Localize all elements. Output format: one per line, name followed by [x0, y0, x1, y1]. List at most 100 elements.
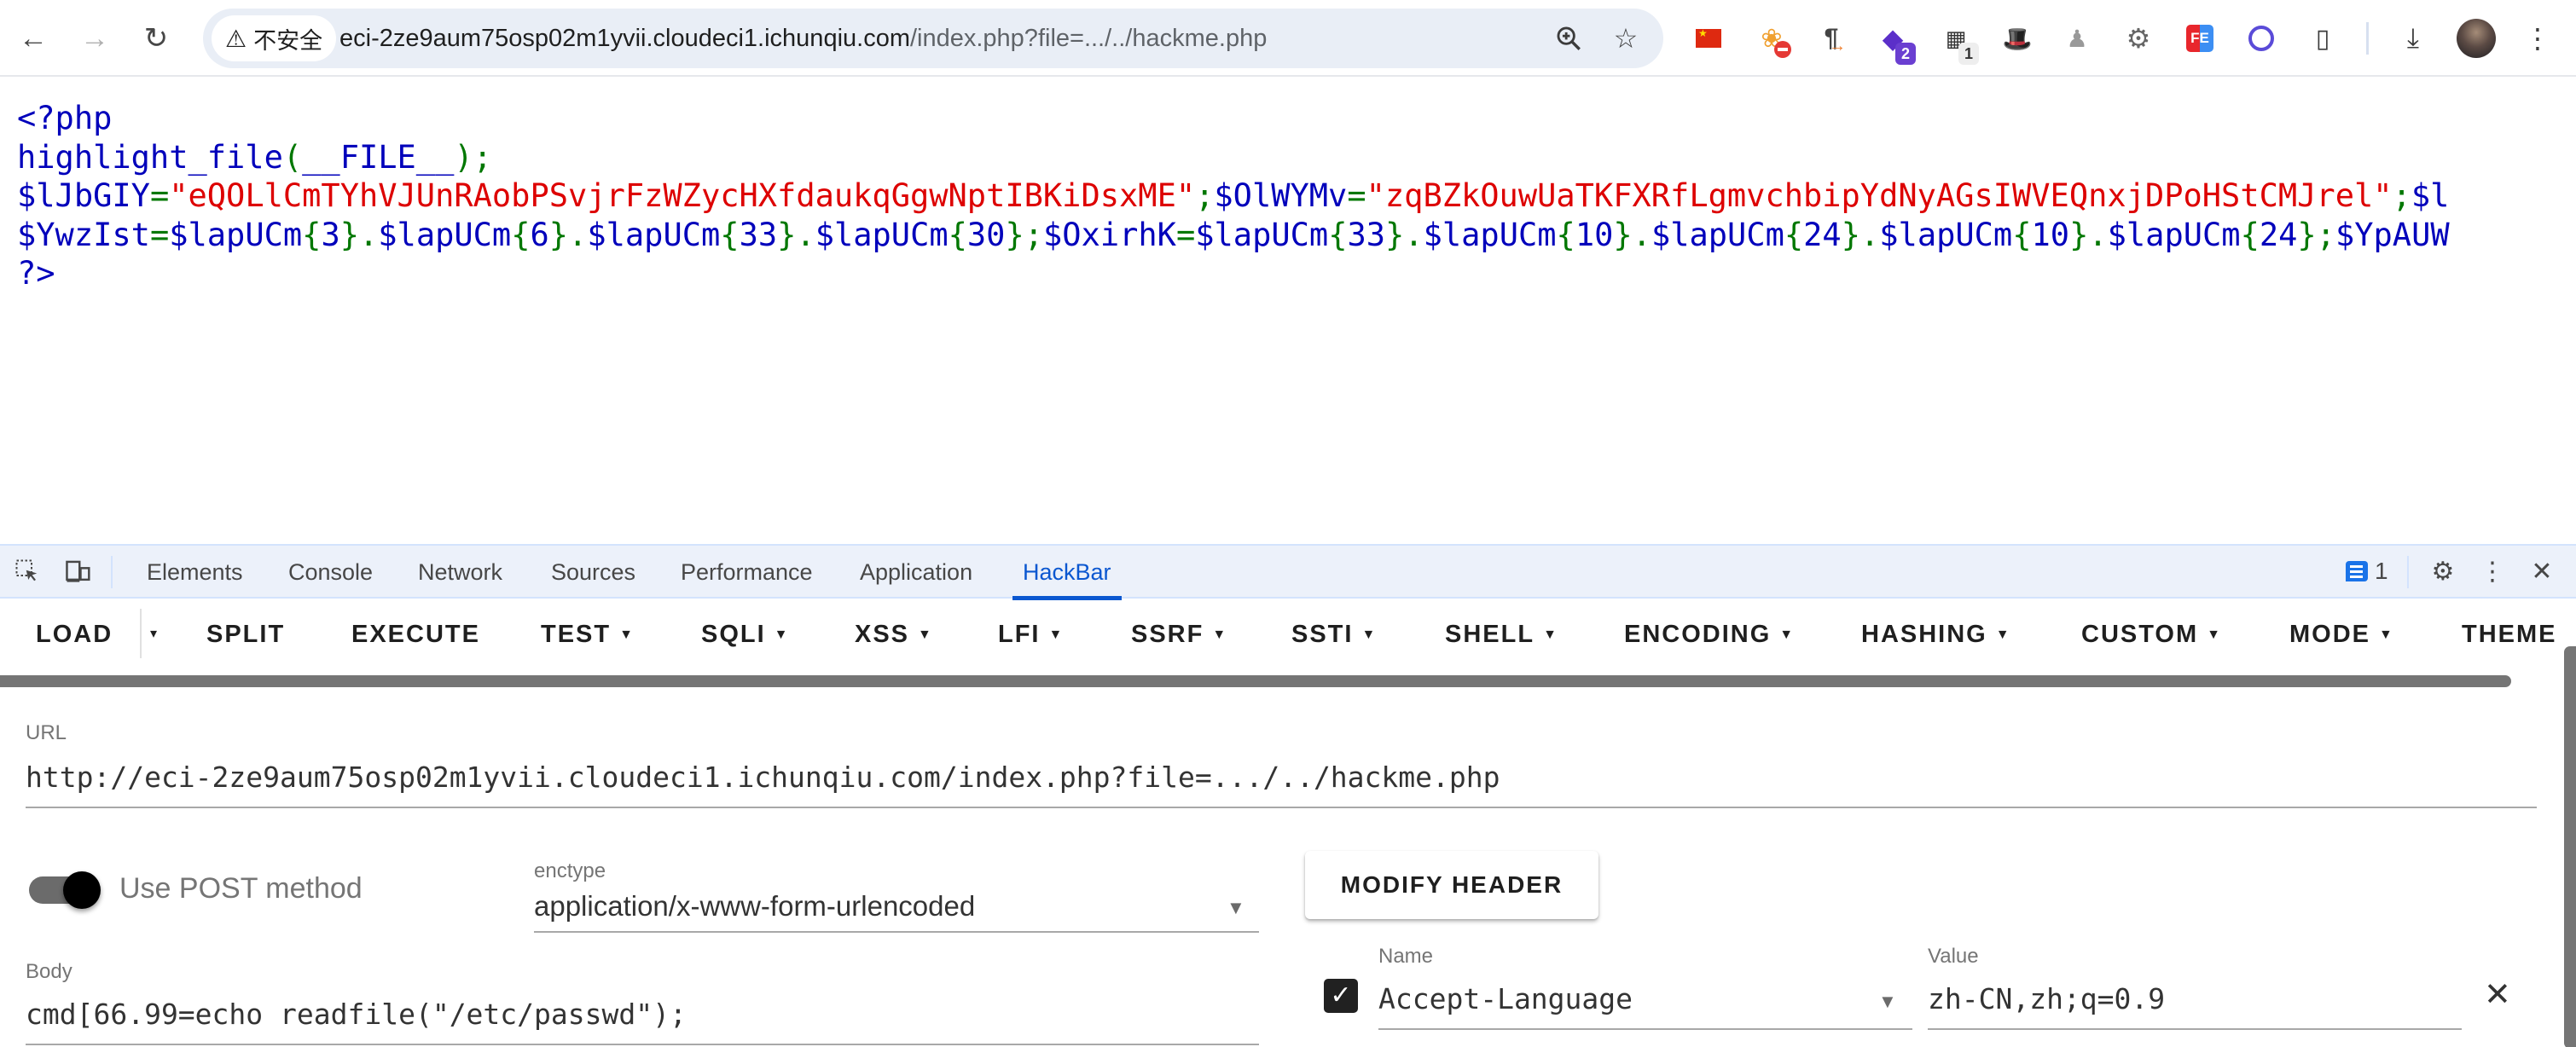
body-input[interactable]: cmd[66.99=echo readfile("/etc/passwd"); — [26, 998, 687, 1031]
code-token: $lJbGIY — [17, 177, 150, 214]
caret-down-icon[interactable]: ▼ — [1878, 991, 1897, 1013]
back-arrow-icon[interactable]: ← — [14, 19, 53, 58]
device-toolbar-icon[interactable] — [60, 552, 97, 590]
tab-elements[interactable]: Elements — [147, 546, 243, 599]
ssrf-menu-button[interactable]: SSRF ▼ — [1131, 600, 1227, 668]
caret-down-icon: ▼ — [918, 628, 933, 643]
extension-badge: 1 — [1958, 43, 1979, 65]
code-token: $lapUCm — [1879, 216, 2013, 253]
header-enabled-checkbox[interactable]: ✓ — [1324, 979, 1358, 1013]
code-token: $lapUCm — [169, 216, 303, 253]
address-bar[interactable]: ⚠ 不安全 eci-2ze9aum75osp02m1yvii.cloudeci1… — [203, 9, 1663, 68]
code-token: 30 — [966, 216, 1006, 253]
code-token: { — [1328, 216, 1348, 253]
url-input[interactable]: http://eci-2ze9aum75osp02m1yvii.cloudeci… — [26, 761, 1500, 794]
code-token: } — [548, 216, 569, 253]
load-button[interactable]: LOAD — [36, 600, 113, 668]
shell-menu-button[interactable]: SHELL ▼ — [1445, 600, 1558, 668]
code-token: = — [1175, 216, 1196, 253]
extension-badge: 2 — [1895, 43, 1916, 65]
zoom-in-icon[interactable] — [1549, 19, 1588, 58]
code-token: } — [1613, 216, 1633, 253]
security-indicator[interactable]: ⚠ 不安全 — [212, 15, 337, 61]
settings-gear-icon[interactable]: ⚙ — [2424, 552, 2462, 590]
code-token: 10 — [1575, 216, 1614, 253]
fe-extension-icon[interactable]: FE — [2180, 19, 2219, 58]
ssrf-label: SSRF — [1131, 621, 1204, 648]
blocked-extension-icon[interactable]: ❀ — [1752, 19, 1791, 58]
code-token: . — [1632, 216, 1651, 253]
code-token: { — [720, 216, 740, 253]
caret-down-icon: ▼ — [619, 628, 635, 643]
code-token: ?> — [17, 255, 55, 292]
star-icon[interactable]: ☆ — [1606, 19, 1645, 58]
forward-arrow-icon[interactable]: → — [75, 19, 114, 58]
horizontal-scrollbar[interactable] — [0, 675, 2511, 687]
pilcrow-extension-icon[interactable]: ¶ → — [1812, 19, 1851, 58]
code-token: = — [1347, 177, 1366, 214]
profile-avatar[interactable] — [2457, 19, 2496, 58]
download-icon[interactable]: ⤓ — [2393, 19, 2433, 58]
code-token: $lapUCm — [1195, 216, 1329, 253]
code-token: $lapUCm — [587, 216, 721, 253]
inspect-element-icon[interactable] — [9, 552, 46, 590]
encoding-menu-button[interactable]: ENCODING ▼ — [1624, 600, 1795, 668]
tab-sources[interactable]: Sources — [551, 546, 635, 599]
tab-hackbar[interactable]: HackBar — [1012, 546, 1122, 600]
test-menu-button[interactable]: TEST ▼ — [541, 600, 635, 668]
issues-counter[interactable]: 1 — [2346, 552, 2388, 590]
tab-console[interactable]: Console — [288, 546, 373, 599]
header-value-underline — [1928, 1028, 2462, 1030]
code-token: $lapUCm — [2107, 216, 2241, 253]
code-token: . — [568, 216, 588, 253]
more-options-icon[interactable]: ⋮ — [2475, 552, 2509, 590]
remove-header-icon[interactable]: ✕ — [2484, 975, 2511, 1014]
menu-kebab-icon[interactable]: ⋮ — [2518, 19, 2557, 58]
puzzle-extension-icon[interactable]: ▯ — [2303, 19, 2342, 58]
code-token: $OlWYMv — [1214, 177, 1348, 214]
code-token: ); — [454, 138, 492, 176]
code-token: . — [1404, 216, 1424, 253]
url-path: /index.php?file=.../../hackme.php — [909, 25, 1268, 52]
hashing-menu-button[interactable]: HASHING ▼ — [1861, 600, 2011, 668]
tab-network[interactable]: Network — [418, 546, 502, 599]
post-method-toggle-knob[interactable] — [63, 871, 101, 909]
body-label: Body — [26, 960, 73, 983]
hat-extension-icon[interactable]: 🎩 — [1998, 19, 2037, 58]
mode-menu-button[interactable]: MODE ▼ — [2289, 600, 2394, 668]
tab-application[interactable]: Application — [860, 546, 972, 599]
execute-button[interactable]: EXECUTE — [351, 600, 480, 668]
gear-extension-icon[interactable]: ⚙ — [2119, 19, 2158, 58]
theme-button[interactable]: THEME — [2462, 600, 2557, 668]
close-devtools-icon[interactable]: ✕ — [2523, 552, 2561, 590]
purple-extension-icon[interactable]: ◆ 2 — [1873, 19, 1916, 65]
code-token: . — [359, 216, 379, 253]
china-flag-extension-icon[interactable]: ★ — [1689, 19, 1728, 58]
vertical-scrollbar[interactable] — [2564, 646, 2576, 1047]
circle-extension-icon[interactable] — [2242, 19, 2281, 58]
code-line: <?php — [17, 99, 2450, 138]
header-name-select[interactable]: Accept-Language — [1378, 982, 1633, 1015]
code-token: { — [948, 216, 967, 253]
code-token: . — [2088, 216, 2108, 253]
address-url[interactable]: eci-2ze9aum75osp02m1yvii.cloudeci1.ichun… — [339, 9, 1267, 68]
enctype-select[interactable]: application/x-www-form-urlencoded — [534, 890, 975, 923]
header-value-input[interactable]: zh-CN,zh;q=0.9 — [1928, 982, 2165, 1015]
qr-extension-icon[interactable]: ▦ 1 — [1936, 19, 1979, 65]
custom-menu-button[interactable]: CUSTOM ▼ — [2081, 600, 2222, 668]
url-label: URL — [26, 721, 67, 744]
xss-menu-button[interactable]: XSS ▼ — [855, 600, 933, 668]
code-token: 33 — [1347, 216, 1386, 253]
modify-header-button[interactable]: MODIFY HEADER — [1305, 851, 1598, 919]
load-dropdown-button[interactable]: ▾ — [150, 600, 159, 668]
code-token: $lapUCm — [1651, 216, 1784, 253]
caret-down-icon[interactable]: ▼ — [1227, 897, 1245, 919]
spy-extension-icon[interactable]: ♟ — [2057, 19, 2097, 58]
split-button[interactable]: SPLIT — [206, 600, 285, 668]
ssti-menu-button[interactable]: SSTI ▼ — [1291, 600, 1377, 668]
sqli-menu-button[interactable]: SQLI ▼ — [701, 600, 790, 668]
reload-icon[interactable]: ↻ — [136, 19, 176, 58]
lfi-menu-button[interactable]: LFI ▼ — [998, 600, 1064, 668]
tab-performance[interactable]: Performance — [681, 546, 813, 599]
code-token: . — [1860, 216, 1880, 253]
